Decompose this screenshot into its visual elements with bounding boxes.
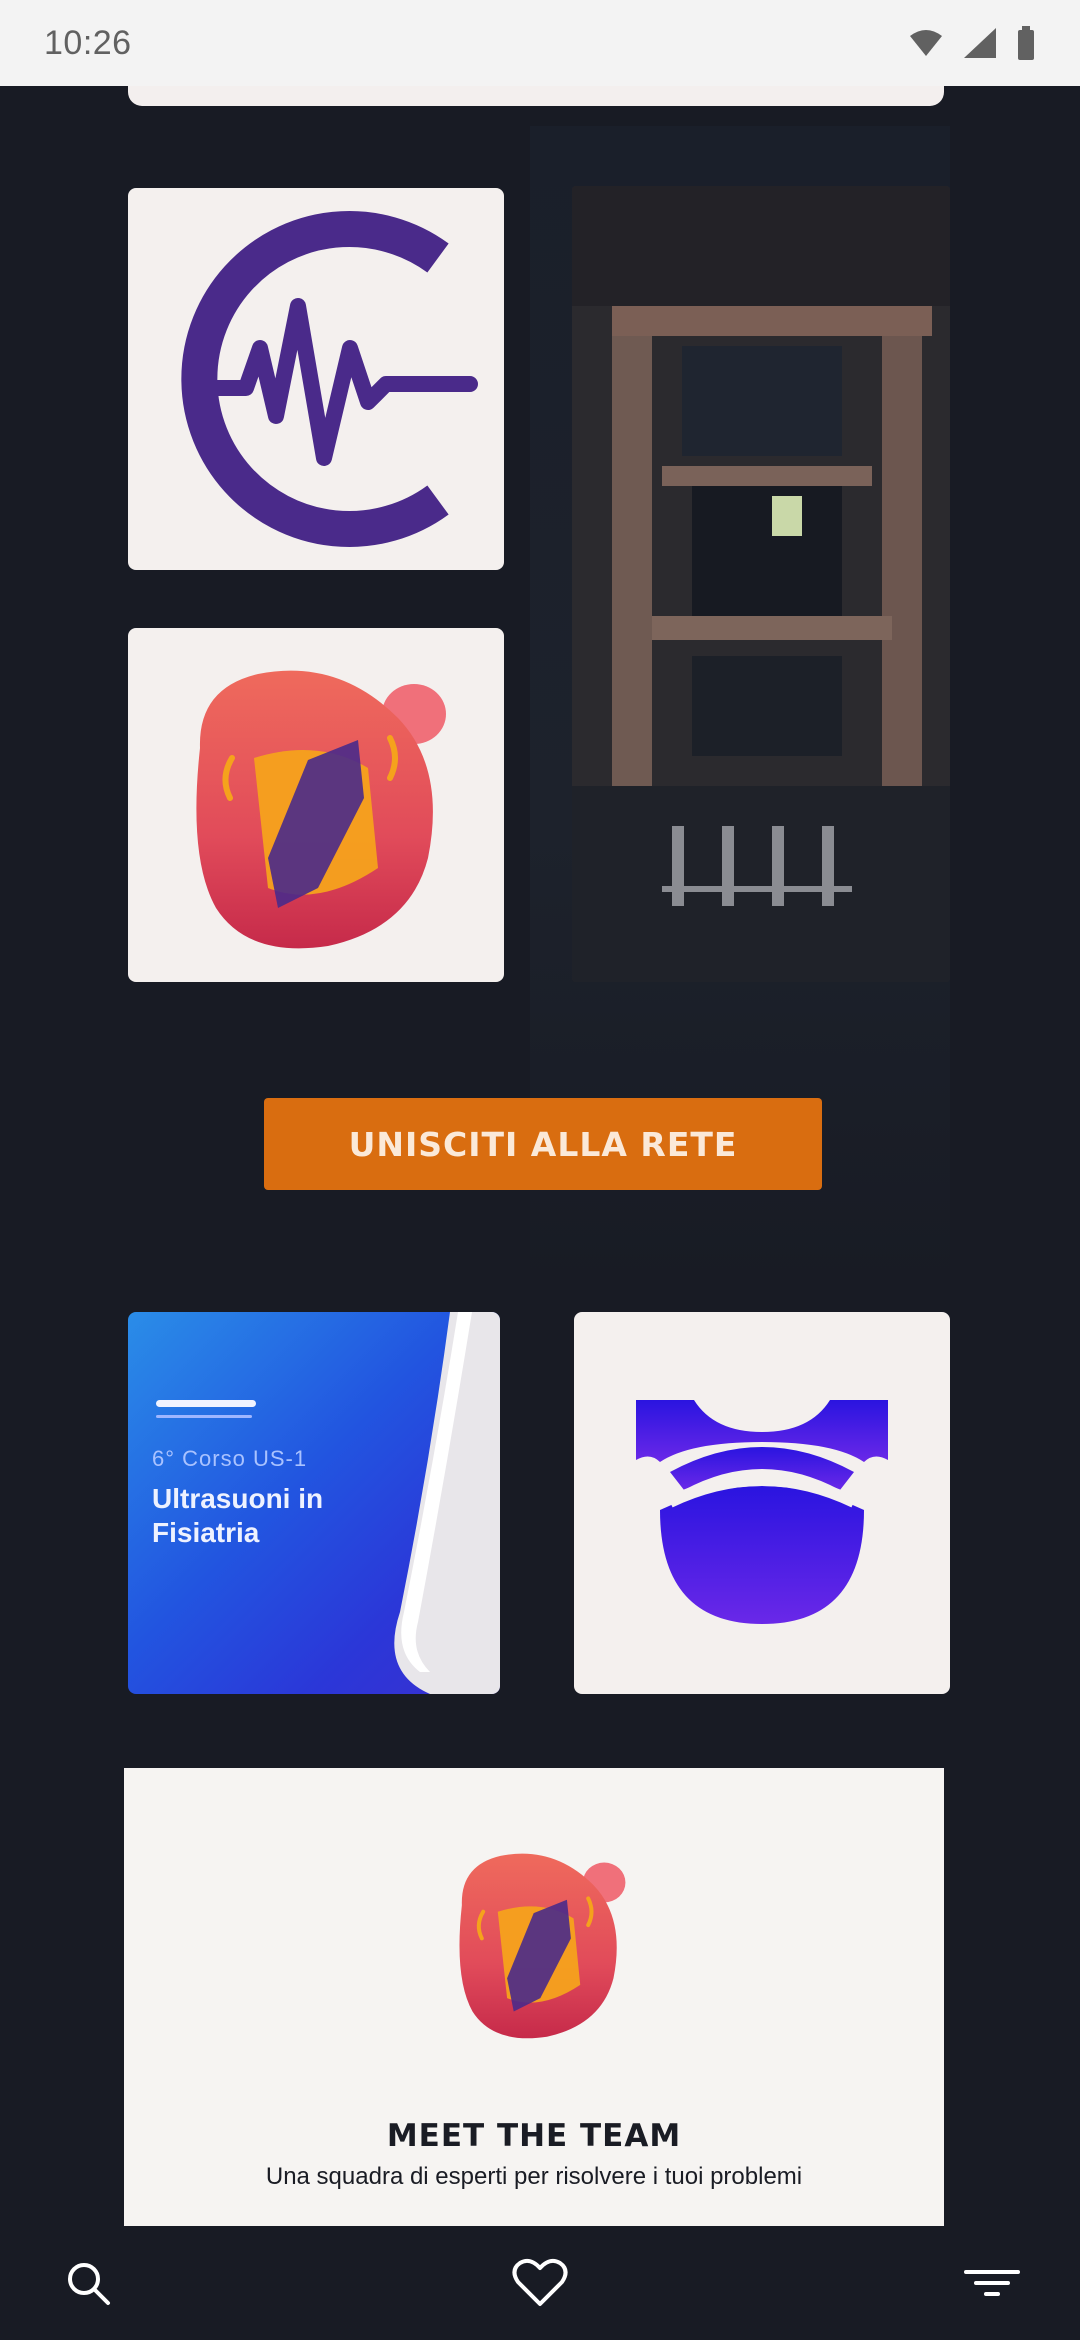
status-icons — [908, 26, 1036, 60]
cardio-c-logo-icon — [181, 211, 478, 547]
team-card[interactable]: MEET THE TEAM Una squadra di esperti per… — [124, 1768, 944, 2226]
status-time: 10:26 — [44, 23, 132, 62]
signal-icon — [964, 28, 996, 58]
cardio-logo-tile[interactable] — [128, 188, 504, 570]
building-image — [572, 186, 950, 982]
previous-card-edge — [128, 86, 944, 106]
team-blob-logo-icon — [459, 1853, 626, 2039]
join-network-button[interactable]: UNISCITI ALLA RETE — [264, 1098, 822, 1190]
heart-icon — [512, 2258, 568, 2306]
nav-menu-button[interactable] — [962, 2253, 1022, 2313]
nav-favorites-button[interactable] — [510, 2253, 570, 2313]
physio-blob-logo-icon — [196, 670, 446, 949]
ultrasound-device-image — [394, 1312, 500, 1694]
team-subtitle: Una squadra di esperti per risolvere i t… — [265, 2163, 803, 2190]
bottom-nav — [0, 2226, 1080, 2340]
course-divider — [156, 1400, 256, 1418]
team-heading: MEET THE TEAM — [386, 2118, 682, 2154]
physio-logo-tile[interactable] — [128, 628, 504, 982]
ultrasound-waves-logo-icon — [636, 1400, 888, 1624]
course-tag: 6° Corso US-1 — [152, 1446, 308, 1471]
page-content[interactable]: UNISCITI ALLA RETE 6° Corso US-1 Ultrasu… — [0, 86, 1080, 2226]
nav-search-button[interactable] — [58, 2253, 118, 2313]
course-ultrasound-tile[interactable]: 6° Corso US-1 Ultrasuoni in Fisiatria — [128, 1312, 500, 1694]
status-bar: 10:26 — [0, 0, 1080, 86]
search-icon — [68, 2263, 110, 2305]
battery-icon — [1018, 26, 1034, 60]
building-photo — [572, 186, 950, 982]
menu-icon — [964, 2270, 1020, 2296]
ultrasound-logo-tile[interactable] — [574, 1312, 950, 1694]
course-title: Ultrasuoni in Fisiatria — [152, 1483, 324, 1548]
wifi-icon — [910, 30, 942, 56]
